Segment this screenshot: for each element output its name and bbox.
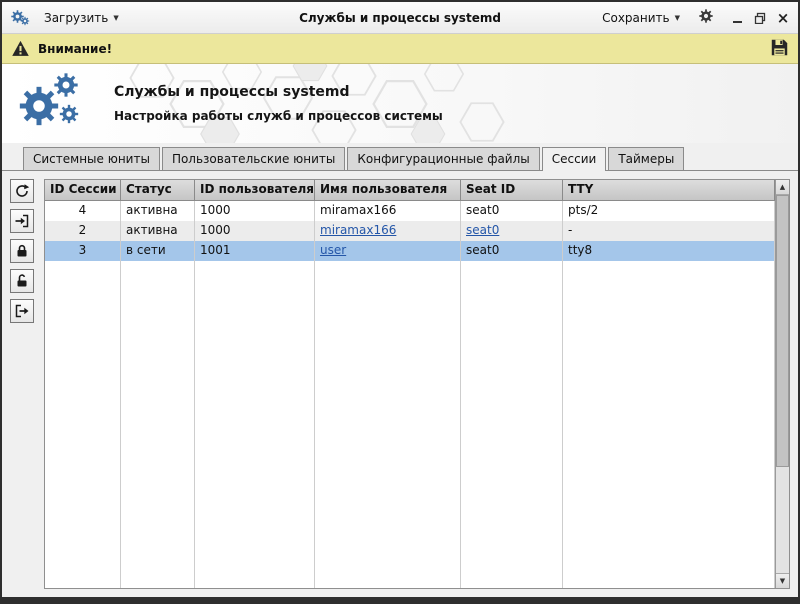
minimize-button[interactable] — [730, 11, 744, 25]
gears-logo-icon — [16, 71, 94, 137]
column-header[interactable]: ID пользователя — [195, 180, 315, 200]
cell-session-id: 4 — [45, 201, 121, 221]
table-row[interactable]: 4активна1000miramax166seat0pts/2 — [45, 201, 775, 221]
cell-seat-id: seat0 — [461, 241, 563, 261]
table-body: 4активна1000miramax166seat0pts/22активна… — [45, 201, 775, 588]
window-controls: × — [730, 11, 790, 25]
tab-system-units[interactable]: Системные юниты — [23, 147, 160, 170]
empty-cell — [45, 261, 121, 588]
chevron-down-icon: ▼ — [113, 14, 118, 22]
cell-seat-id-link[interactable]: seat0 — [466, 223, 499, 237]
sessions-table: ID СессииСтатусID пользователяИмя пользо… — [44, 179, 790, 589]
refresh-button[interactable] — [10, 179, 34, 203]
column-header[interactable]: Статус — [121, 180, 195, 200]
empty-cell — [195, 261, 315, 588]
tab-config-files[interactable]: Конфигурационные файлы — [347, 147, 539, 170]
cell-status: активна — [121, 201, 195, 221]
column-header[interactable]: Seat ID — [461, 180, 563, 200]
unlock-icon — [14, 273, 30, 289]
cell-user-name: miramax166 — [315, 221, 461, 241]
login-session-button[interactable] — [10, 209, 34, 233]
cell-user-name: miramax166 — [315, 201, 461, 221]
main-area: ID СессииСтатусID пользователяИмя пользо… — [2, 171, 798, 597]
empty-rows-area — [45, 261, 775, 588]
cell-user-id: 1000 — [195, 221, 315, 241]
cell-user-id: 1000 — [195, 201, 315, 221]
table-row[interactable]: 3в сети1001 user seat0tty8 — [45, 241, 775, 261]
empty-cell — [315, 261, 461, 588]
table-row[interactable]: 2активна1000 miramax166 seat0 - — [45, 221, 775, 241]
titlebar: Загрузить ▼ Службы и процессы systemd Со… — [2, 2, 798, 34]
cell-tty: - — [563, 221, 775, 241]
empty-cell — [461, 261, 563, 588]
close-button[interactable]: × — [776, 11, 790, 25]
minimize-icon — [733, 21, 742, 23]
save-menu-label: Сохранить — [602, 11, 670, 25]
arrow-up-icon: ▲ — [780, 183, 785, 191]
tab-user-units[interactable]: Пользовательские юниты — [162, 147, 345, 170]
cell-user-name-link[interactable]: user — [320, 243, 346, 257]
maximize-button[interactable] — [753, 11, 767, 25]
cell-user-id: 1001 — [195, 241, 315, 261]
column-header[interactable]: TTY — [563, 180, 775, 200]
save-file-icon[interactable] — [770, 38, 789, 60]
empty-cell — [563, 261, 775, 588]
refresh-icon — [14, 183, 30, 199]
scroll-up-button[interactable]: ▲ — [776, 180, 789, 195]
login-icon — [14, 213, 30, 229]
cell-session-id: 3 — [45, 241, 121, 261]
tab-timers[interactable]: Таймеры — [608, 147, 684, 170]
app-gears-icon — [10, 8, 32, 28]
tab-bar: Системные юнитыПользовательские юнитыКон… — [2, 143, 798, 171]
warning-text: Внимание! — [38, 42, 112, 56]
vertical-scrollbar[interactable]: ▲ ▼ — [775, 180, 789, 588]
cell-status: активна — [121, 221, 195, 241]
cell-user-name: user — [315, 241, 461, 261]
header-banner: Службы и процессы systemd Настройка рабо… — [2, 64, 798, 143]
page-title: Службы и процессы systemd — [114, 84, 443, 100]
cell-status: в сети — [121, 241, 195, 261]
scrollbar-track[interactable] — [776, 195, 789, 573]
save-menu-button[interactable]: Сохранить ▼ — [596, 8, 686, 28]
cell-seat-id: seat0 — [461, 221, 563, 241]
side-toolbar — [10, 179, 36, 589]
tab-sessions[interactable]: Сессии — [542, 147, 607, 171]
maximize-icon — [754, 12, 766, 24]
close-icon: × — [777, 12, 790, 24]
column-header[interactable]: ID Сессии — [45, 180, 121, 200]
cell-user-name-link[interactable]: miramax166 — [320, 223, 396, 237]
settings-gear-icon[interactable] — [698, 8, 714, 27]
logout-icon — [14, 303, 30, 319]
empty-cell — [121, 261, 195, 588]
page-subtitle: Настройка работы служб и процессов систе… — [114, 109, 443, 123]
column-header[interactable]: Имя пользователя — [315, 180, 461, 200]
cell-tty: tty8 — [563, 241, 775, 261]
table-header-row: ID СессииСтатусID пользователяИмя пользо… — [45, 180, 775, 201]
lock-icon — [14, 243, 30, 259]
unlock-session-button[interactable] — [10, 269, 34, 293]
cell-session-id: 2 — [45, 221, 121, 241]
load-menu-button[interactable]: Загрузить ▼ — [38, 8, 125, 28]
load-menu-label: Загрузить — [44, 11, 108, 25]
app-window: Загрузить ▼ Службы и процессы systemd Со… — [0, 0, 800, 604]
warning-bar: Внимание! — [2, 34, 798, 64]
arrow-down-icon: ▼ — [780, 577, 785, 585]
scroll-down-button[interactable]: ▼ — [776, 573, 789, 588]
lock-session-button[interactable] — [10, 239, 34, 263]
cell-seat-id: seat0 — [461, 201, 563, 221]
chevron-down-icon: ▼ — [675, 14, 680, 22]
scrollbar-thumb[interactable] — [776, 195, 789, 467]
cell-tty: pts/2 — [563, 201, 775, 221]
terminate-session-button[interactable] — [10, 299, 34, 323]
warning-icon — [11, 40, 30, 57]
